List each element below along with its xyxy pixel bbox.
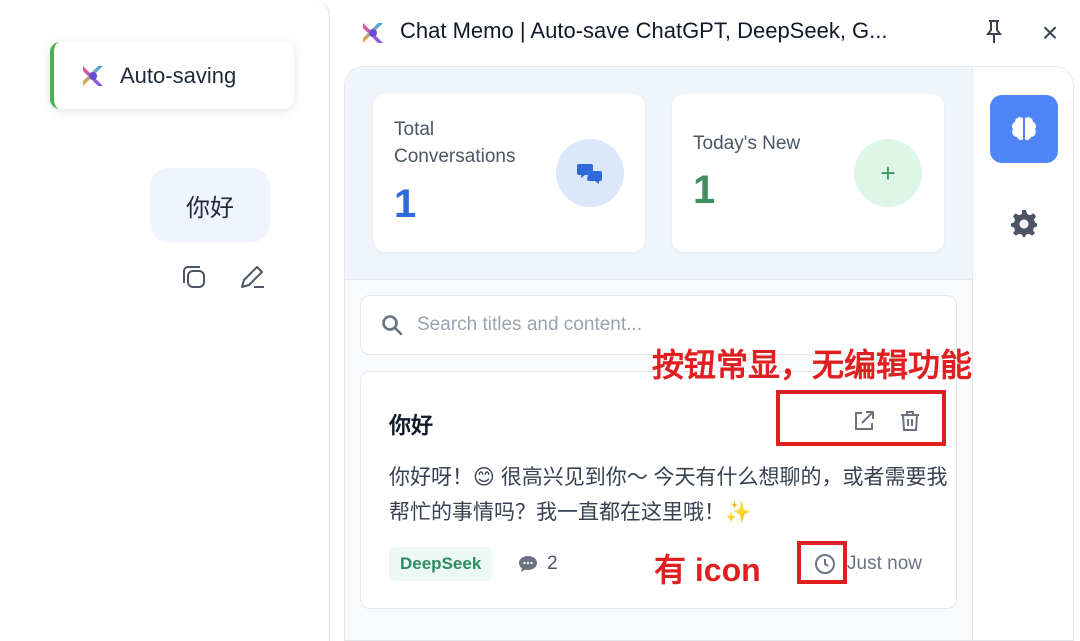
edit-icon[interactable] [236, 261, 268, 293]
popup-title: Chat Memo | Auto-save ChatGPT, DeepSeek,… [400, 18, 888, 43]
conversation-title: 你好 [389, 413, 434, 438]
settings-gear-icon[interactable] [1009, 209, 1039, 239]
pin-icon[interactable] [982, 18, 1006, 46]
comment-icon [519, 556, 537, 572]
plus-icon: + [854, 139, 922, 207]
total-conversations-value: 1 [394, 182, 417, 226]
message-count: 2 [517, 553, 558, 575]
brain-button[interactable] [990, 95, 1058, 163]
message-actions [178, 261, 268, 293]
chat-page: Auto-saving 你好 [0, 0, 330, 641]
copy-icon[interactable] [178, 261, 210, 293]
annotation-box-actions [776, 390, 946, 446]
chat-memo-logo-icon [83, 65, 103, 86]
todays-new-label: Today's New [693, 133, 801, 154]
message-count-value: 2 [547, 553, 558, 574]
total-conversations-label: Total Conversations [394, 119, 516, 167]
search-icon [382, 315, 403, 336]
total-conversations-card: Total Conversations 1 [373, 94, 645, 252]
todays-new-value: 1 [693, 168, 716, 212]
annotation-icon-note: 有 icon [654, 552, 761, 588]
toast-text: Auto-saving [120, 62, 237, 88]
annotation-box-clock [797, 541, 847, 584]
conversation-preview: 你好呀！😊 很高兴见到你～ 今天有什么想聊的，或者需要我帮忙的事情吗？我一直都在… [389, 466, 948, 524]
todays-new-card: Today's New 1 + [672, 94, 944, 252]
time-text: Just now [847, 553, 922, 574]
platform-badge: DeepSeek [389, 547, 493, 581]
stats-section: Total Conversations 1 Today's New 1 + [345, 67, 972, 280]
user-message-bubble: 你好 [150, 168, 270, 242]
chat-memo-logo-icon [363, 23, 383, 43]
chat-bubbles-icon [556, 139, 624, 207]
close-icon[interactable]: × [1036, 16, 1064, 50]
auto-saving-toast: Auto-saving [50, 42, 294, 109]
side-toolbar [972, 67, 1073, 640]
popup-header: Chat Memo | Auto-save ChatGPT, DeepSeek,… [330, 0, 1080, 66]
annotation-buttons-note: 按钮常显，无编辑功能 [652, 347, 973, 383]
brain-icon [1011, 117, 1037, 141]
search-placeholder: Search titles and content... [417, 314, 642, 335]
